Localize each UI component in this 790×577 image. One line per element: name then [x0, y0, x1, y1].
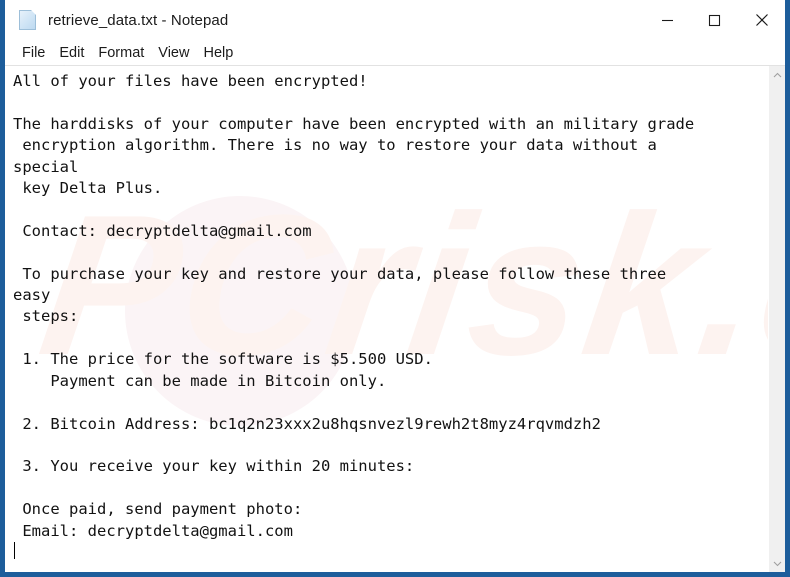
editor-area: PCrisk.com All of your files have been e…	[5, 66, 785, 572]
scrollbar-down-button[interactable]	[769, 554, 786, 572]
minimize-button[interactable]	[644, 0, 691, 40]
text-editor[interactable]: PCrisk.com All of your files have been e…	[5, 66, 768, 572]
chevron-up-icon	[773, 72, 781, 77]
maximize-button[interactable]	[691, 0, 738, 40]
maximize-icon	[708, 14, 721, 26]
menu-bar: File Edit Format View Help	[5, 40, 785, 66]
minimize-icon	[662, 19, 673, 21]
vertical-scrollbar[interactable]	[768, 66, 785, 572]
menu-item-view[interactable]: View	[151, 43, 196, 63]
window-title: retrieve_data.txt - Notepad	[48, 11, 229, 29]
close-button[interactable]	[738, 0, 785, 40]
menu-item-format[interactable]: Format	[91, 43, 151, 63]
menu-item-help[interactable]: Help	[196, 43, 240, 63]
scrollbar-track[interactable]	[769, 84, 785, 554]
text-caret	[14, 541, 15, 559]
scrollbar-up-button[interactable]	[769, 66, 786, 84]
close-icon	[755, 14, 768, 26]
title-bar[interactable]: retrieve_data.txt - Notepad	[5, 0, 785, 40]
title-bar-left: retrieve_data.txt - Notepad	[5, 0, 644, 40]
notepad-document-icon	[19, 9, 39, 31]
menu-item-file[interactable]: File	[15, 43, 52, 63]
notepad-window: retrieve_data.txt - Notepad File Edit Fo…	[0, 0, 790, 577]
ransom-note-text: All of your files have been encrypted! T…	[13, 72, 695, 540]
window-controls	[644, 0, 785, 40]
chevron-down-icon	[773, 561, 781, 566]
menu-item-edit[interactable]: Edit	[52, 43, 91, 63]
